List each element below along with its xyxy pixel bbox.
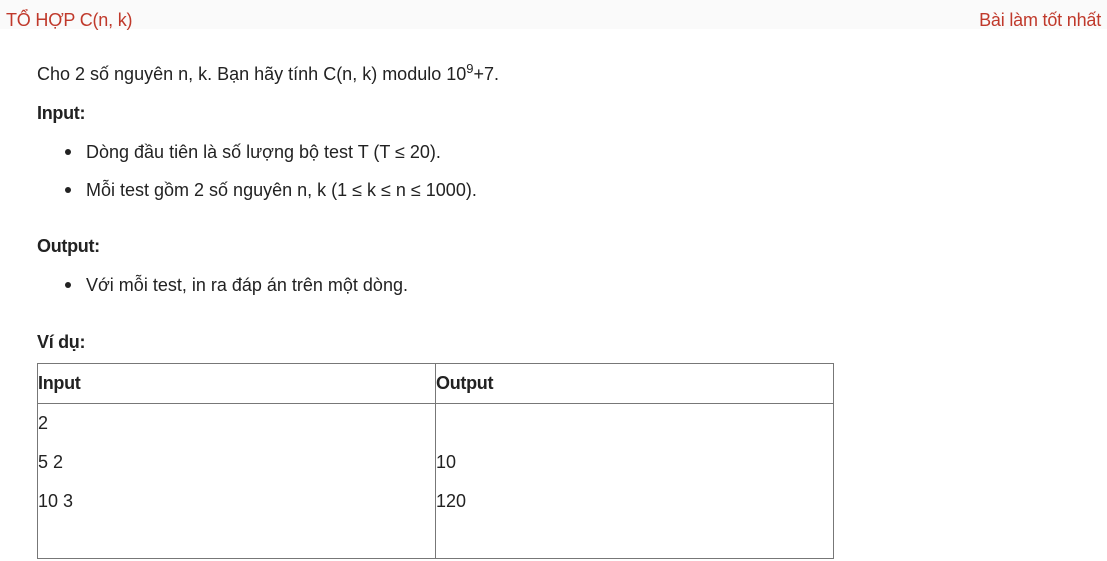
problem-intro: Cho 2 số nguyên n, k. Bạn hãy tính C(n, … [37,61,500,85]
input-line: 5 2 [38,452,64,472]
input-column-header: Input [37,363,436,404]
table-row: 2 5 2 10 3 10 120 [37,403,834,559]
input-cell: 2 5 2 10 3 [37,403,436,559]
output-bullet: Với mỗi test, in ra đáp án trên một dòng… [65,275,408,296]
output-heading: Output: [37,236,100,256]
bullet-dot [65,149,71,155]
output-line: 10 [436,452,457,472]
input-heading: Input: [37,103,86,123]
bullet-dot [65,187,71,193]
intro-exponent: 9 [466,61,474,76]
input-line: 2 [38,413,49,433]
output-column-header: Output [435,363,834,404]
input-bullet-text: Dòng đầu tiên là số lượng bộ test T (T ≤… [86,142,441,162]
intro-text-end: +7. [473,64,500,84]
example-heading: Ví dụ: [37,332,86,352]
problem-title: TỔ HỢP C(n, k) [6,10,133,30]
intro-text: Cho 2 số nguyên n, k. Bạn hãy tính C(n, … [37,64,467,84]
input-line: 10 3 [38,491,74,511]
output-line: 120 [436,491,467,511]
best-solution-link[interactable]: Bài làm tốt nhất [979,10,1101,31]
input-bullet: Mỗi test gồm 2 số nguyên n, k (1 ≤ k ≤ n… [65,180,477,201]
example-table: Input Output 2 5 2 10 3 10 120 [37,363,834,559]
input-bullet-text: Mỗi test gồm 2 số nguyên n, k (1 ≤ k ≤ n… [86,180,477,200]
problem-header: TỔ HỢP C(n, k) Bài làm tốt nhất [0,0,1107,31]
input-bullet: Dòng đầu tiên là số lượng bộ test T (T ≤… [65,142,441,163]
output-cell: 10 120 [435,403,834,559]
output-bullet-text: Với mỗi test, in ra đáp án trên một dòng… [86,275,408,295]
bullet-dot [65,282,71,288]
table-header-row: Input Output [37,363,834,404]
